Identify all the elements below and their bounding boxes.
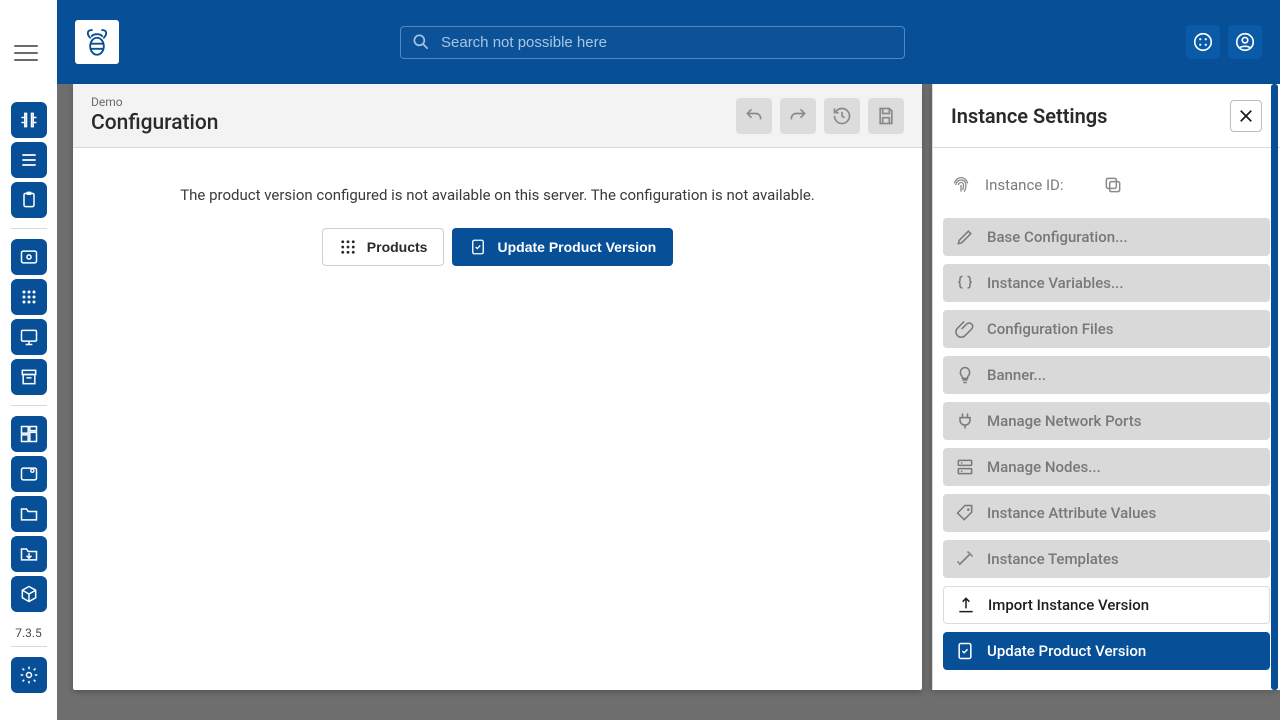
copy-id-button[interactable] (1100, 172, 1126, 198)
upload-icon (956, 595, 976, 615)
instance-id-label: Instance ID: (985, 176, 1064, 194)
action-label: Manage Network Ports (987, 412, 1141, 430)
action-label: Import Instance Version (988, 596, 1149, 614)
gear-icon (19, 665, 39, 685)
pencil-icon (955, 227, 975, 247)
nav-monitor[interactable] (11, 319, 47, 355)
nav-clipboard[interactable] (11, 182, 47, 218)
list-icon (19, 150, 39, 170)
save-icon (876, 106, 896, 126)
braces-icon (955, 273, 975, 293)
nav-cloud[interactable] (11, 239, 47, 275)
action-import[interactable]: Import Instance Version (943, 586, 1270, 624)
hamburger-menu-icon[interactable] (14, 38, 44, 68)
bulb-icon (955, 365, 975, 385)
close-panel-button[interactable] (1230, 100, 1262, 132)
wand-icon (955, 549, 975, 569)
action-nodes: Manage Nodes... (943, 448, 1270, 486)
action-templates: Instance Templates (943, 540, 1270, 578)
undo-icon (744, 106, 764, 126)
nav-grid[interactable] (11, 279, 47, 315)
action-label: Configuration Files (987, 320, 1113, 338)
action-ports: Manage Network Ports (943, 402, 1270, 440)
plug-icon (955, 411, 975, 431)
status-message: The product version configured is not av… (97, 186, 898, 204)
action-base-config: Base Configuration... (943, 218, 1270, 256)
side-panel: Instance Settings Instance ID: Base Conf… (932, 84, 1280, 690)
nav-package[interactable] (11, 576, 47, 612)
nav-gear[interactable] (11, 657, 47, 693)
search-input[interactable] (439, 33, 894, 52)
update-icon (469, 238, 487, 256)
search-icon (411, 32, 431, 52)
undo-button[interactable] (736, 98, 772, 134)
action-config-files: Configuration Files (943, 310, 1270, 348)
products-button[interactable]: Products (322, 228, 445, 266)
folder-icon (19, 504, 39, 524)
palette-icon (1192, 31, 1214, 53)
nav-archive[interactable] (11, 359, 47, 395)
clipboard-icon (19, 190, 39, 210)
import-icon (19, 544, 39, 564)
action-update[interactable]: Update Product Version (943, 632, 1270, 670)
grid-icon (19, 287, 39, 307)
save-button[interactable] (868, 98, 904, 134)
copy-icon (1103, 175, 1123, 195)
main-panel: Demo Configuration The product version c… (73, 84, 922, 690)
search-box[interactable] (400, 26, 905, 59)
action-label: Base Configuration... (987, 228, 1128, 246)
settings2-icon (19, 464, 39, 484)
side-panel-title: Instance Settings (951, 104, 1107, 128)
nav-import[interactable] (11, 536, 47, 572)
nav-rail: 7.3.5 (0, 0, 57, 720)
config-icon (19, 110, 39, 130)
version-label: 7.3.5 (15, 626, 42, 640)
bee-logo-icon (80, 25, 114, 59)
topbar (57, 0, 1280, 84)
redo-icon (788, 106, 808, 126)
fingerprint-icon (951, 175, 971, 195)
redo-button[interactable] (780, 98, 816, 134)
action-label: Update Product Version (987, 642, 1146, 660)
attach-icon (955, 319, 975, 339)
nav-list[interactable] (11, 142, 47, 178)
action-label: Manage Nodes... (987, 458, 1101, 476)
action-label: Instance Templates (987, 550, 1119, 568)
apps-icon (339, 238, 357, 256)
action-label: Instance Variables... (987, 274, 1124, 292)
action-label: Instance Attribute Values (987, 504, 1156, 522)
action-instance-vars: Instance Variables... (943, 264, 1270, 302)
update-icon (955, 641, 975, 661)
nav-folder[interactable] (11, 496, 47, 532)
page-title: Configuration (91, 111, 219, 135)
history-button[interactable] (824, 98, 860, 134)
tag-icon (955, 503, 975, 523)
scrollbar[interactable] (1271, 84, 1278, 690)
products-button-label: Products (367, 239, 428, 255)
monitor-icon (19, 327, 39, 347)
breadcrumb: Demo (91, 96, 219, 109)
app-logo[interactable] (75, 20, 119, 64)
nav-settings2[interactable] (11, 456, 47, 492)
package-icon (19, 584, 39, 604)
archive-icon (19, 367, 39, 387)
cloud-icon (19, 247, 39, 267)
theme-button[interactable] (1186, 25, 1220, 59)
nav-dashboard[interactable] (11, 416, 47, 452)
dashboard-icon (19, 424, 39, 444)
action-attrs: Instance Attribute Values (943, 494, 1270, 532)
close-icon (1237, 107, 1255, 125)
action-label: Banner... (987, 366, 1046, 384)
update-product-version-button[interactable]: Update Product Version (452, 228, 673, 266)
user-icon (1234, 31, 1256, 53)
nav-config[interactable] (11, 102, 47, 138)
server-icon (955, 457, 975, 477)
update-button-label: Update Product Version (497, 239, 656, 255)
account-button[interactable] (1228, 25, 1262, 59)
history-icon (832, 106, 852, 126)
action-banner: Banner... (943, 356, 1270, 394)
